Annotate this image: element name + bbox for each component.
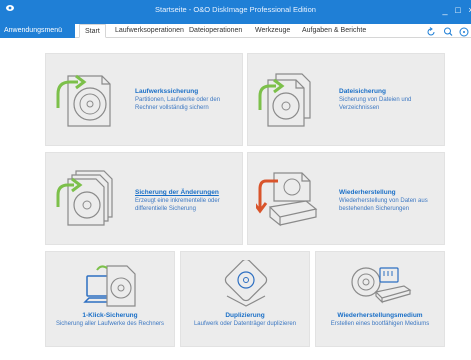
tab-laufwerksoperationen[interactable]: Laufwerksoperationen [115, 24, 184, 38]
restore-icon [256, 172, 318, 227]
tile-title: Duplizierung [225, 312, 265, 319]
title-bar: Startseite - O&O DiskImage Professional … [0, 0, 471, 24]
tab-dateioperationen[interactable]: Dateioperationen [189, 24, 242, 38]
tile-title: Laufwerkssicherung [135, 88, 199, 95]
incremental-backup-icon [56, 170, 113, 226]
tile-description: Laufwerk oder Datenträger duplizieren [193, 321, 297, 327]
tile-description: Partitionen, Laufwerke oder den Rechner … [135, 97, 221, 111]
tile-title: Wiederherstellungsmedium [337, 312, 423, 319]
ribbon-quick-icons [424, 25, 469, 37]
file-backup-icon [258, 73, 311, 127]
tile-description: Sicherung von Dateien und Verzeichnissen [339, 97, 412, 111]
tile-wiederherstellungsmedium[interactable]: Wiederherstellungsmedium Erstellen eines… [315, 251, 445, 347]
tile-description: Erstellen eines bootfähigen Mediums [330, 321, 430, 327]
ribbon-tab-bar: Anwendungsmenü Start Laufwerksoperatione… [0, 24, 471, 38]
start-page: Laufwerkssicherung Partitionen, Laufwerk… [0, 39, 471, 360]
tile-title: 1-Klick-Sicherung [82, 312, 138, 319]
refresh-icon[interactable] [426, 25, 436, 37]
tile-laufwerkssicherung[interactable]: Laufwerkssicherung Partitionen, Laufwerk… [45, 53, 243, 146]
tile-dateisicherung[interactable]: Dateisicherung Sicherung von Dateien und… [247, 53, 445, 146]
tile-title: Dateisicherung [339, 88, 386, 95]
help-icon[interactable] [459, 25, 469, 37]
tile-duplizierung[interactable]: Duplizierung Laufwerk oder Datenträger d… [180, 251, 310, 347]
minimize-button[interactable]: _ [439, 4, 451, 16]
tab-start[interactable]: Start [79, 24, 106, 38]
window-title: Startseite - O&O DiskImage Professional … [155, 5, 316, 14]
tile-title: Sicherung der Änderungen [135, 189, 219, 196]
zoom-icon[interactable] [443, 25, 453, 37]
app-menu-tab[interactable]: Anwendungsmenü [0, 24, 75, 38]
tile-description: Sicherung aller Laufwerke des Rechners [55, 321, 165, 327]
boot-media-icon [351, 267, 412, 304]
duplicate-icon [224, 260, 268, 307]
tab-aufgaben-berichte[interactable]: Aufgaben & Berichte [302, 24, 366, 38]
close-button[interactable]: × [465, 4, 471, 16]
tile-description: Wiederherstellung von Daten aus bestehen… [339, 198, 428, 212]
tab-werkzeuge[interactable]: Werkzeuge [255, 24, 290, 38]
tile-sicherung-aenderungen[interactable]: Sicherung der Änderungen Erzeugt eine in… [45, 152, 243, 245]
tile-description: Erzeugt eine inkrementelle oder differen… [135, 198, 220, 212]
tile-wiederherstellung[interactable]: Wiederherstellung Wiederherstellung von … [247, 152, 445, 245]
maximize-button[interactable]: □ [452, 4, 464, 16]
drive-backup-icon [56, 74, 111, 127]
app-window: Startseite - O&O DiskImage Professional … [0, 0, 471, 360]
tile-1-klick-sicherung[interactable]: 1-Klick-Sicherung Sicherung aller Laufwe… [45, 251, 175, 347]
tile-title: Wiederherstellung [339, 189, 396, 196]
one-click-backup-icon [83, 265, 136, 307]
